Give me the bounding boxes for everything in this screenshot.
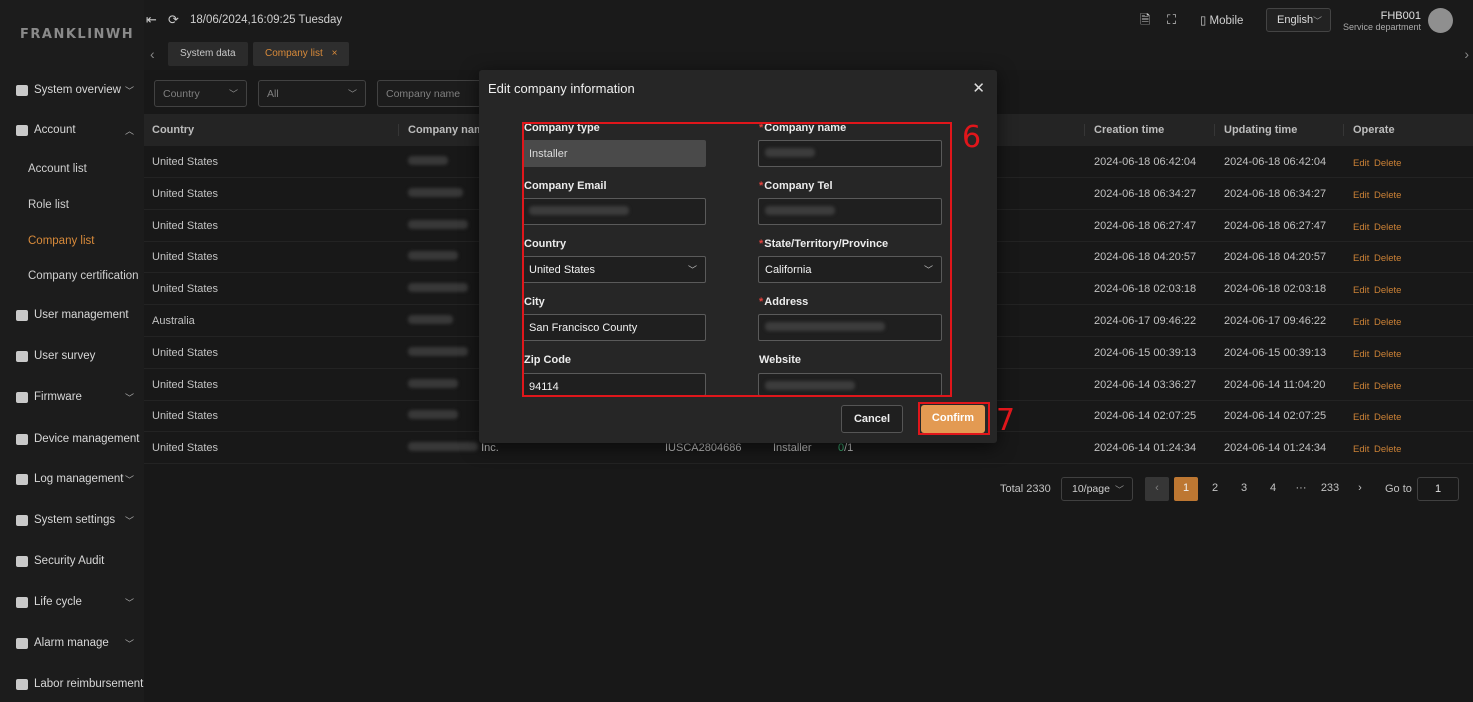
sidebar-item-device-management[interactable]: Device management <box>0 427 144 451</box>
receipt-icon <box>16 678 28 690</box>
current-datetime: 18/06/2024,16:09:25 Tuesday <box>190 14 343 26</box>
tab-bar: ‹ System data Company list × › <box>144 42 1473 68</box>
sidebar-item-labor-reimbursement[interactable]: Labor reimbursement <box>0 672 144 696</box>
tab-label: System data <box>180 48 236 59</box>
gear-icon <box>16 514 28 526</box>
sidebar-item-label: User survey <box>34 350 96 362</box>
shield-icon <box>16 555 28 567</box>
sidebar-item-label: Security Audit <box>34 555 105 567</box>
brand-logo: FRANKLINWH <box>20 27 135 42</box>
close-icon[interactable]: ✕ <box>972 79 985 97</box>
document-icon[interactable]: 🗎 <box>1140 13 1152 27</box>
chevron-down-icon: ﹀ <box>124 392 134 403</box>
annotation-number-6: 6 <box>962 120 982 155</box>
monitor-icon <box>16 84 28 96</box>
annotation-box-form <box>522 122 952 397</box>
cycle-icon <box>16 596 28 608</box>
sidebar-item-life-cycle[interactable]: Life cycle ﹀ <box>0 590 144 614</box>
sidebar-item-label: Firmware <box>34 391 82 403</box>
sidebar-item-label: User management <box>34 309 129 321</box>
sidebar-sub-account-list[interactable]: Account list <box>28 163 87 175</box>
sidebar-item-label: Account <box>34 124 76 136</box>
annotation-box-confirm <box>918 402 990 435</box>
refresh-icon[interactable]: ⟳ <box>168 13 180 27</box>
logout-icon[interactable]: ⇤ <box>146 13 158 27</box>
chevron-down-icon: ﹀ <box>124 515 134 526</box>
account-icon <box>16 124 28 136</box>
chevron-down-icon: ﹀ <box>124 638 134 649</box>
user-name: FHB001 <box>1380 10 1421 22</box>
chevron-up-icon: ︿ <box>124 125 134 136</box>
tab-label: Company list <box>265 48 323 59</box>
sidebar-item-security-audit[interactable]: Security Audit <box>0 549 144 573</box>
fullscreen-icon[interactable]: ⛶ <box>1167 13 1179 27</box>
sidebar-item-user-survey[interactable]: User survey <box>0 344 144 368</box>
mobile-label: Mobile <box>1209 15 1244 27</box>
tabs-scroll-right-icon[interactable]: › <box>1464 46 1469 62</box>
sidebar-item-label: Device management <box>34 433 140 445</box>
sidebar-item-user-management[interactable]: User management <box>0 303 144 327</box>
sidebar-sub-company-list[interactable]: Company list <box>28 235 94 247</box>
users-icon <box>16 309 28 321</box>
user-department: Service department <box>1342 22 1421 32</box>
device-icon <box>16 433 28 445</box>
chart-icon <box>16 350 28 362</box>
sidebar-item-system-overview[interactable]: System overview ﹀ <box>0 78 144 102</box>
sidebar-item-log-management[interactable]: Log management ﹀ <box>0 467 144 491</box>
chevron-down-icon: ﹀ <box>124 85 134 96</box>
language-select[interactable]: English ﹀ <box>1266 8 1331 32</box>
avatar[interactable] <box>1428 8 1453 33</box>
sidebar-item-label: Labor reimbursement <box>34 678 144 690</box>
mobile-phone-icon: ▯ <box>1200 15 1210 27</box>
cancel-button[interactable]: Cancel <box>841 405 903 433</box>
log-icon <box>16 473 28 485</box>
tab-company-list[interactable]: Company list × <box>253 42 350 66</box>
language-value: English <box>1277 14 1314 26</box>
chevron-down-icon: ﹀ <box>124 474 134 485</box>
sidebar-item-label: Life cycle <box>34 596 82 608</box>
sidebar-item-label: System settings <box>34 514 116 526</box>
sidebar-item-label: System overview <box>34 84 121 96</box>
sidebar-item-label: Alarm manage <box>34 637 109 649</box>
dialog-title: Edit company information <box>488 81 635 96</box>
sidebar-item-firmware[interactable]: Firmware ﹀ <box>0 385 144 409</box>
sidebar: FRANKLINWH System overview ﹀ Account ︿ A… <box>0 0 144 702</box>
alarm-icon <box>16 637 28 649</box>
annotation-number-7: 7 <box>996 403 1016 438</box>
chevron-down-icon: ﹀ <box>124 597 134 608</box>
sidebar-item-system-settings[interactable]: System settings ﹀ <box>0 508 144 532</box>
tabs-scroll-left-icon[interactable]: ‹ <box>150 46 155 62</box>
sidebar-sub-role-list[interactable]: Role list <box>28 199 69 211</box>
close-icon[interactable]: × <box>332 48 338 59</box>
sidebar-item-label: Log management <box>34 473 124 485</box>
chip-icon <box>16 391 28 403</box>
sidebar-item-alarm-manage[interactable]: Alarm manage ﹀ <box>0 631 144 655</box>
mobile-toggle[interactable]: ▯ Mobile <box>1200 13 1243 27</box>
sidebar-item-account[interactable]: Account ︿ <box>0 118 144 142</box>
sidebar-sub-company-certification[interactable]: Company certification <box>28 270 139 282</box>
tab-system-data[interactable]: System data <box>168 42 248 66</box>
chevron-down-icon: ﹀ <box>1312 16 1322 26</box>
top-bar: ⇤ ⟳ 18/06/2024,16:09:25 Tuesday 🗎 ⛶ ▯ Mo… <box>144 0 1473 40</box>
